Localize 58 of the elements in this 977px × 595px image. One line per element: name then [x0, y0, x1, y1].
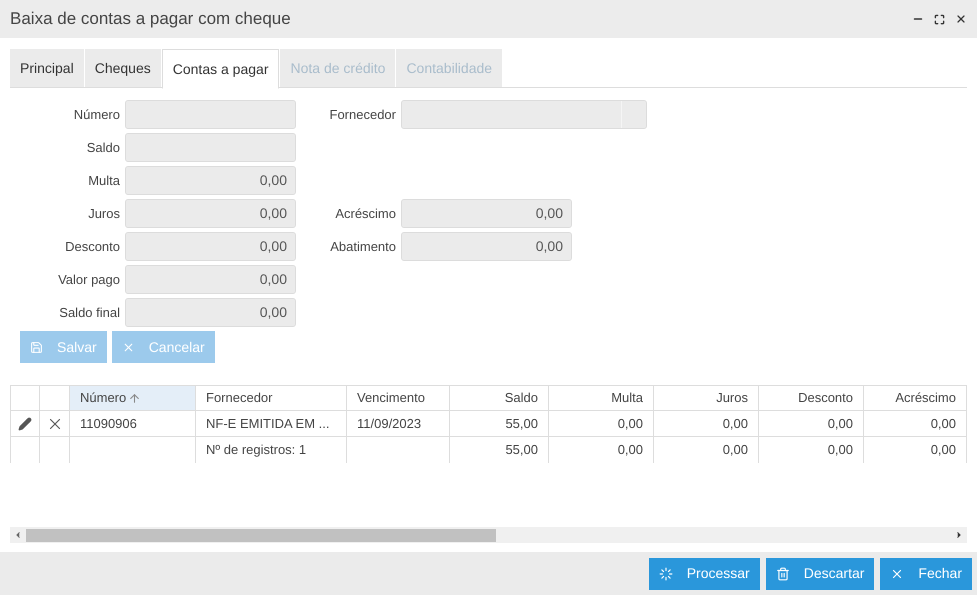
column-header[interactable]: Acréscimo — [864, 386, 967, 410]
column-header[interactable]: Saldo — [450, 386, 549, 410]
close-icon[interactable] — [955, 13, 967, 25]
table-cell: 11/09/2023 — [347, 411, 450, 436]
field-label: Número — [72, 106, 120, 124]
input-field[interactable]: 0,00 — [125, 265, 296, 294]
field-label: Fornecedor — [328, 106, 396, 124]
column-header[interactable]: Vencimento — [347, 386, 450, 410]
column-header[interactable]: Fornecedor — [196, 386, 347, 410]
sort-ascending-icon — [128, 392, 142, 404]
field-label: Abatimento — [329, 238, 396, 256]
field-label: Saldo final — [58, 304, 120, 322]
input-field[interactable]: 0,00 — [125, 232, 296, 261]
scrollbar-thumb[interactable] — [26, 528, 496, 542]
field-label: Saldo — [86, 138, 120, 157]
summary-cell: 55,00 — [450, 437, 549, 463]
column-header[interactable]: Número — [70, 386, 196, 410]
table-cell: 0,00 — [549, 411, 654, 436]
spinner-icon — [658, 566, 673, 580]
field-label: Valor pago — [57, 270, 120, 289]
tab[interactable]: Contas a pagar — [162, 49, 280, 89]
input-field[interactable]: 0,00 — [125, 298, 296, 327]
edit-icon[interactable] — [18, 416, 32, 430]
table-cell: 11090906 — [70, 411, 196, 436]
column-header[interactable]: Multa — [549, 386, 654, 410]
table-cell: 0,00 — [654, 411, 759, 436]
table-cell: 0,00 — [864, 411, 967, 436]
footer-button[interactable]: Fechar — [880, 558, 972, 590]
summary-cell: 0,00 — [759, 437, 864, 463]
footer-button[interactable]: Processar — [648, 558, 760, 590]
summary-cell: 0,00 — [549, 437, 654, 463]
input-field[interactable] — [125, 133, 296, 162]
trash-icon — [776, 566, 790, 580]
footer-button[interactable]: Descartar — [766, 558, 874, 590]
tab[interactable]: Principal — [10, 49, 84, 87]
summary-cell: 0,00 — [654, 437, 759, 463]
input-field[interactable] — [125, 100, 296, 129]
table-cell: 55,00 — [450, 411, 549, 436]
table-cell: NF-E EMITIDA EM ... — [196, 411, 347, 436]
column-header[interactable]: Desconto — [759, 386, 864, 410]
column-header[interactable]: Juros — [654, 386, 759, 410]
lookup-field[interactable] — [401, 100, 647, 129]
maximize-icon[interactable] — [934, 14, 945, 24]
field-label: Acréscimo — [334, 204, 396, 223]
summary-cell: 0,00 — [864, 437, 967, 463]
field-label: Desconto — [64, 238, 120, 256]
table-cell: 0,00 — [759, 411, 864, 436]
window-title: Baixa de contas a pagar com cheque — [10, 8, 292, 30]
input-field[interactable]: 0,00 — [125, 199, 296, 228]
save-icon — [30, 340, 43, 354]
close-icon — [122, 340, 135, 354]
input-field[interactable]: 0,00 — [125, 166, 296, 195]
summary-cell: Nº de registros: 1 — [196, 437, 347, 463]
input-field[interactable]: 0,00 — [401, 232, 572, 261]
tab[interactable]: Cheques — [84, 49, 161, 87]
input-field[interactable]: 0,00 — [401, 199, 572, 228]
field-label: Multa — [87, 172, 120, 190]
field-label: Juros — [87, 204, 120, 223]
